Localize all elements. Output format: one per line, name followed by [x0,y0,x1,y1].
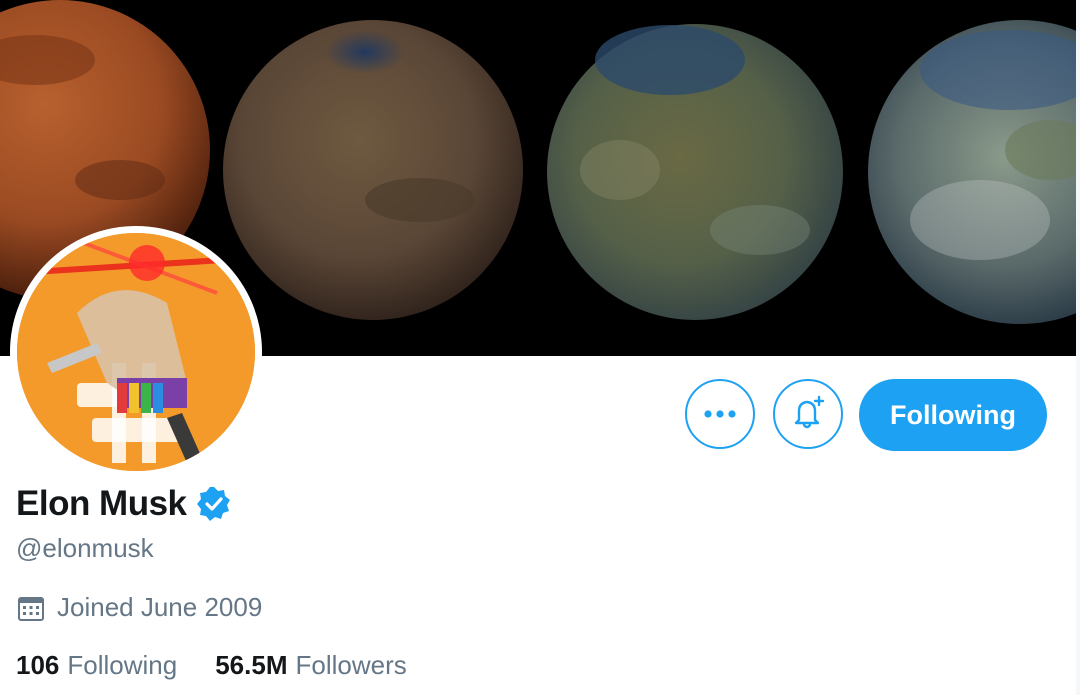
joined-date-row: Joined June 2009 [17,592,262,623]
following-label: Following [67,650,178,680]
joined-date: Joined June 2009 [57,592,263,622]
following-stat-link[interactable]: 106 Following [16,650,177,681]
display-name: Elon Musk [16,484,187,523]
followers-stat-link[interactable]: 56.5M Followers [215,650,407,681]
profile-name-row: Elon Musk [16,484,233,524]
followers-count: 56.5M [215,650,288,680]
following-count: 106 [16,650,60,680]
profile-handle: @elonmusk [16,533,154,563]
followers-label: Followers [295,650,407,680]
following-button[interactable]: Following [859,379,1047,451]
profile-avatar[interactable] [10,226,262,478]
page-edge [1076,0,1080,695]
notifications-button[interactable] [773,379,843,449]
more-options-button[interactable] [685,379,755,449]
avatar-image [17,233,255,471]
more-dots-icon [702,407,738,422]
calendar-icon [17,594,45,622]
follow-stats: 106 Following 56.5M Followers [16,650,445,681]
bell-plus-icon [789,394,827,435]
verified-badge-icon [195,485,233,523]
